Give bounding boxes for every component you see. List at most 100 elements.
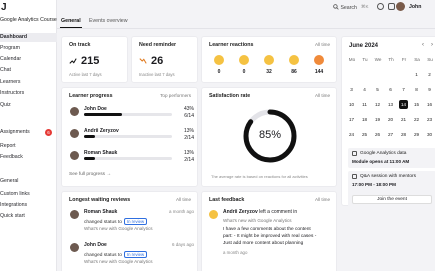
- see-full-progress-link[interactable]: See full progress →: [69, 172, 111, 177]
- learner-progress-card: Learner progress Top performers John Doe…: [61, 87, 198, 187]
- calendar-day[interactable]: 10: [347, 100, 356, 109]
- sidebar-item-quiz[interactable]: Quiz: [0, 101, 57, 110]
- review-item[interactable]: What's new with Google Analytics: [84, 259, 153, 264]
- need-reminder-card: Need reminder 26 Inactive last 7 days: [131, 36, 198, 83]
- reaction-count: 32: [266, 69, 272, 75]
- calendar-day[interactable]: 4: [360, 85, 369, 94]
- calendar-day[interactable]: 30: [425, 130, 434, 139]
- sidebar-item-program[interactable]: Program: [0, 44, 57, 53]
- longest-waiting-reviews-card: Longest waiting reviews All time Roman S…: [61, 191, 198, 271]
- progress-row[interactable]: John Doe 43% 6/14: [69, 106, 194, 122]
- event-card[interactable]: Google Analytics data Module opens at 11…: [348, 148, 435, 168]
- help-icon[interactable]: [377, 3, 384, 10]
- avatar: [70, 129, 79, 138]
- calendar-day[interactable]: 12: [373, 100, 382, 109]
- calendar-day[interactable]: 22: [412, 115, 421, 124]
- satisfaction-note: The average rate is based on reactions f…: [211, 174, 308, 179]
- notifications-icon[interactable]: [388, 3, 395, 10]
- sidebar-item-label: Feedback: [0, 154, 23, 160]
- calendar-day[interactable]: 25: [360, 130, 369, 139]
- calendar-day[interactable]: 3: [347, 85, 356, 94]
- notification-badge: 6: [45, 129, 52, 136]
- calendar-day[interactable]: 23: [425, 115, 434, 124]
- sidebar-item-general[interactable]: General: [0, 177, 57, 186]
- calendar-day[interactable]: 1: [412, 70, 421, 79]
- calendar-day[interactable]: 17: [347, 115, 356, 124]
- sidebar-item-custom-links[interactable]: Custom links: [0, 190, 57, 199]
- event-title: Google Analytics data: [360, 151, 407, 156]
- review-item[interactable]: What's new with Google Analytics: [84, 226, 153, 231]
- progress-bar: [84, 113, 172, 116]
- feedback-action: left a comment in: [259, 209, 298, 215]
- calendar-icon: [352, 151, 357, 156]
- progress-row[interactable]: Andrii Zeryzov 13% 2/14: [69, 128, 194, 144]
- prev-month-icon[interactable]: ‹: [422, 42, 424, 48]
- calendar-day[interactable]: 26: [373, 130, 382, 139]
- event-card[interactable]: Q&A session with mentors 17:00 PM - 18:0…: [348, 171, 435, 207]
- sidebar-item-integrations[interactable]: Integrations: [0, 201, 57, 210]
- search-label: Search: [340, 5, 357, 11]
- calendar-day[interactable]: 13: [386, 100, 395, 109]
- sidebar-item-chat[interactable]: Chat: [0, 66, 57, 75]
- calendar-day[interactable]: 28: [399, 130, 408, 139]
- review-row[interactable]: John Doe 6 days ago changed status to In re…: [69, 242, 194, 271]
- calendar-day[interactable]: 21: [399, 115, 408, 124]
- join-event-button[interactable]: Join the event: [352, 195, 432, 204]
- course-selector[interactable]: Google Analytics Course: [0, 17, 57, 23]
- calendar-day[interactable]: 29: [412, 130, 421, 139]
- next-month-icon[interactable]: ›: [431, 42, 433, 48]
- sidebar-item-learners[interactable]: Learners: [0, 78, 57, 87]
- calendar-day[interactable]: 15: [412, 100, 421, 109]
- sidebar-item-feedback[interactable]: Feedback: [0, 153, 57, 162]
- sidebar-item-dashboard[interactable]: Dashboard: [0, 33, 57, 42]
- tab-general[interactable]: General: [61, 18, 81, 24]
- tab-divider: [57, 28, 435, 29]
- calendar-day[interactable]: 19: [373, 115, 382, 124]
- feedback-course[interactable]: What's new with Google Analytics: [223, 218, 292, 223]
- feedback-author: Andrii Zeryzov: [223, 209, 258, 215]
- calendar-day[interactable]: 11: [360, 100, 369, 109]
- review-row[interactable]: Roman Shauk a month ago changed status to I…: [69, 209, 194, 241]
- calendar-day[interactable]: 18: [360, 115, 369, 124]
- reaction-count: 144: [314, 69, 324, 75]
- calendar-day[interactable]: 20: [386, 115, 395, 124]
- calendar-day[interactable]: 16: [425, 100, 434, 109]
- event-time: Module opens at 11:00 AM: [352, 159, 410, 164]
- reaction-count: 0: [217, 69, 221, 75]
- sidebar-item-label: Chat: [0, 67, 11, 73]
- avatar[interactable]: [396, 2, 405, 11]
- satisfaction-filter[interactable]: All time: [315, 93, 330, 98]
- user-name[interactable]: John: [409, 4, 421, 10]
- review-status: changed status to In review: [84, 218, 148, 225]
- calendar-day[interactable]: 14: [399, 100, 408, 109]
- active-tab-indicator: [60, 27, 82, 28]
- event-time: 17:00 PM - 18:00 PM: [352, 182, 396, 187]
- reactions-filter[interactable]: All time: [315, 42, 330, 47]
- calendar-day[interactable]: 27: [386, 130, 395, 139]
- calendar-day[interactable]: 2: [425, 70, 434, 79]
- progress-filter[interactable]: Top performers: [160, 93, 191, 98]
- feedback-filter[interactable]: All time: [315, 197, 330, 202]
- tab-events-overview[interactable]: Events overview: [89, 18, 128, 24]
- sidebar-item-label: Quick start: [0, 213, 25, 219]
- progress-row[interactable]: Roman Shauk 13% 2/14: [69, 150, 194, 166]
- learner-name: Andrii Zeryzov: [84, 128, 119, 134]
- reviews-filter[interactable]: All time: [176, 197, 191, 202]
- sidebar-item-report[interactable]: Report: [0, 142, 57, 151]
- review-time: 6 days ago: [171, 242, 194, 247]
- sidebar-item-calendar[interactable]: Calendar: [0, 55, 57, 64]
- calendar-day[interactable]: 5: [373, 85, 382, 94]
- calendar-day[interactable]: 6: [386, 85, 395, 94]
- search-button[interactable]: Search: [333, 4, 357, 11]
- sidebar-item-quick-start[interactable]: Quick start: [0, 212, 57, 221]
- calendar-day[interactable]: 9: [425, 85, 434, 94]
- sidebar-item-assignments[interactable]: Assignments 6: [0, 128, 57, 137]
- trending-up-icon: [69, 58, 77, 64]
- logo: J: [1, 2, 7, 13]
- progress-percent: 13%: [183, 150, 194, 156]
- sidebar-item-label: General: [0, 178, 19, 184]
- calendar-day[interactable]: 24: [347, 130, 356, 139]
- calendar-day[interactable]: 7: [399, 85, 408, 94]
- calendar-day[interactable]: 8: [412, 85, 421, 94]
- sidebar-item-instructors[interactable]: Instructors: [0, 89, 57, 98]
